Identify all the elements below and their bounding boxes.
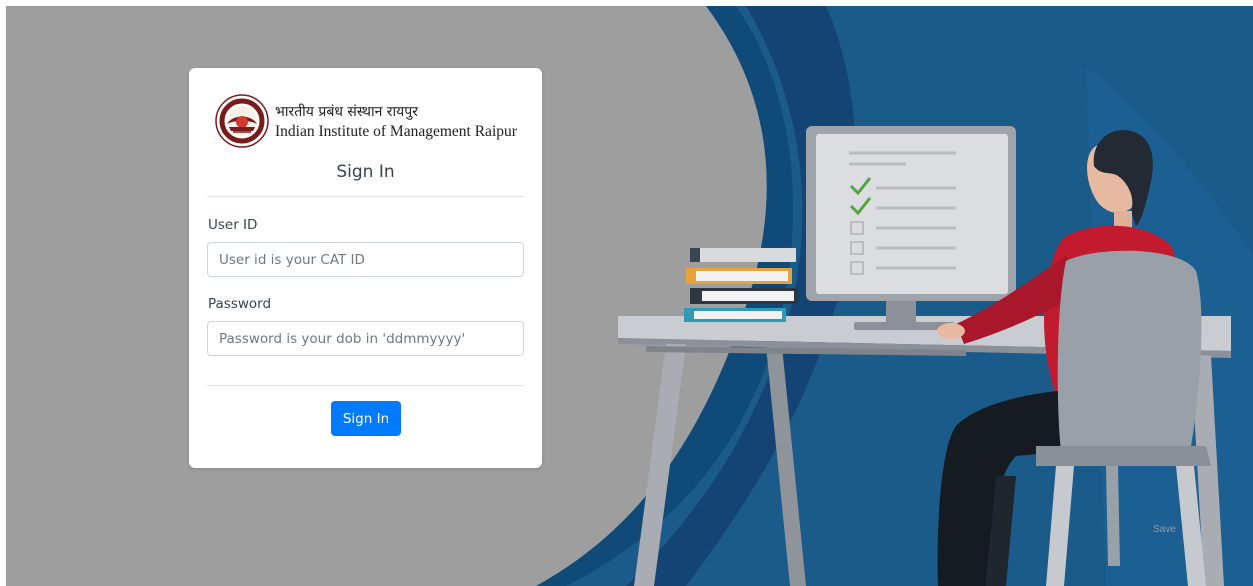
header-divider bbox=[207, 196, 524, 197]
watermark-text: Save bbox=[1153, 524, 1176, 535]
institute-name-hindi: भारतीय प्रबंध संस्थान रायपुर bbox=[275, 104, 418, 120]
user-id-label: User ID bbox=[208, 217, 258, 233]
sign-in-title: Sign In bbox=[336, 162, 395, 182]
user-id-input[interactable] bbox=[207, 242, 524, 277]
institute-name-english: Indian Institute of Management Raipur bbox=[275, 123, 517, 140]
sign-in-button[interactable]: Sign In bbox=[331, 401, 401, 436]
sign-in-card: भारतीय प्रबंध संस्थान रायपुर Indian Inst… bbox=[189, 68, 542, 468]
login-page: Save भारतीय प्रबंध संस्थान रायपुर Indian… bbox=[6, 6, 1253, 586]
password-label: Password bbox=[208, 296, 272, 312]
iim-raipur-emblem-icon bbox=[215, 94, 269, 148]
institute-branding: भारतीय प्रबंध संस्थान रायपुर Indian Inst… bbox=[215, 92, 525, 152]
password-input[interactable] bbox=[207, 321, 524, 356]
footer-divider bbox=[207, 385, 524, 386]
